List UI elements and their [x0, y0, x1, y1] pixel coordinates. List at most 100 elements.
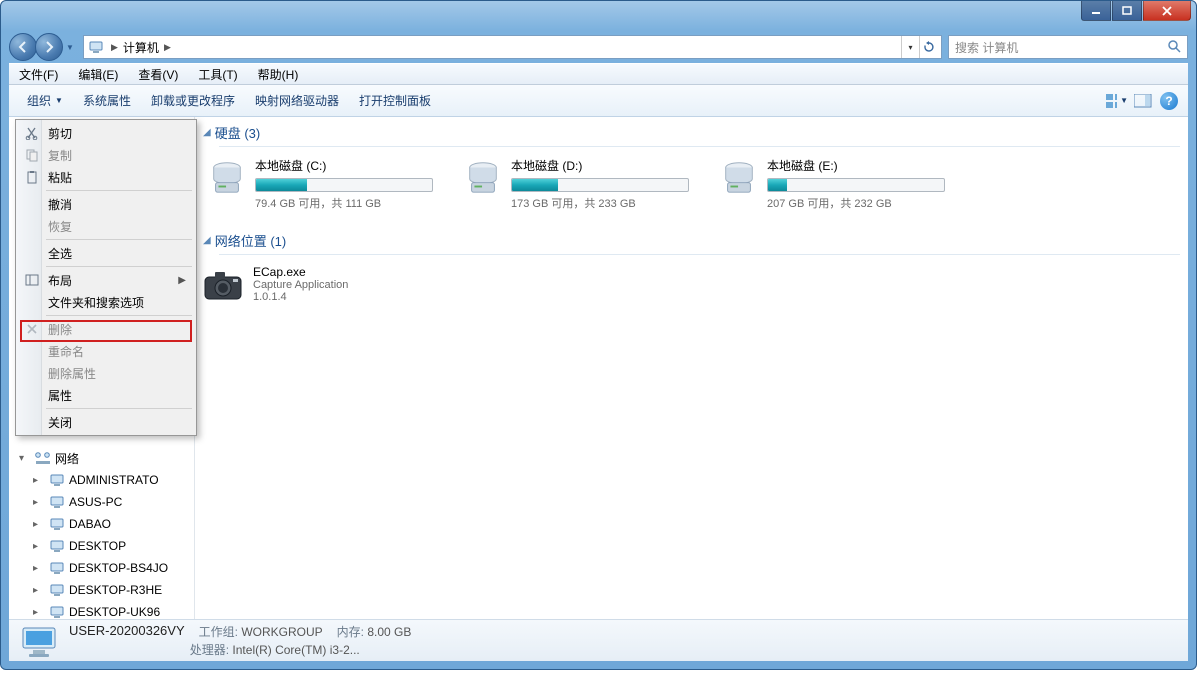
back-arrow-icon [16, 40, 30, 54]
menu-bar: 文件(F) 编辑(E) 查看(V) 工具(T) 帮助(H) [9, 63, 1188, 85]
view-mode-button[interactable]: ▼ [1106, 90, 1128, 112]
network-item[interactable]: ECap.exe Capture Application 1.0.1.4 [195, 261, 1188, 309]
menu-redo[interactable]: 恢复 [18, 215, 194, 237]
computer-large-icon [19, 624, 59, 658]
menu-close-label: 关闭 [48, 414, 72, 431]
menu-folder-options-label: 文件夹和搜索选项 [48, 294, 144, 311]
drive-name: 本地磁盘 (E:) [767, 157, 955, 174]
menu-properties[interactable]: 属性 [18, 384, 194, 406]
main-pane[interactable]: ◢ 硬盘 (3) 本地磁盘 (C:)79.4 GB 可用，共 111 GB本地磁… [195, 117, 1188, 619]
menu-select-all[interactable]: 全选 [18, 242, 194, 264]
open-control-panel-button[interactable]: 打开控制面板 [349, 88, 441, 113]
tree-computer-item[interactable]: ▸ DESKTOP-UK96 [9, 601, 194, 619]
tree-label: DESKTOP-UK96 [69, 605, 160, 619]
search-placeholder: 搜索 计算机 [955, 39, 1018, 56]
menu-remove-properties[interactable]: 删除属性 [18, 362, 194, 384]
camera-icon [203, 265, 243, 305]
menu-edit[interactable]: 编辑(E) [74, 64, 122, 85]
breadcrumb-sep-icon[interactable]: ▶ [108, 42, 121, 53]
menu-copy[interactable]: 复制 [18, 144, 194, 166]
drives-group-label: 硬盘 (3) [215, 123, 261, 142]
expand-arrow-icon[interactable]: ▸ [33, 497, 43, 508]
expand-arrow-icon[interactable]: ▸ [33, 475, 43, 486]
organize-dropdown: 剪切 复制 粘贴 撤消 恢复 全选 布局 ▶ 文件夹和搜索选项 [15, 119, 197, 436]
titlebar [1, 1, 1196, 31]
address-bar[interactable]: ▶ 计算机 ▶ ▾ [83, 35, 942, 59]
address-dropdown-button[interactable]: ▾ [901, 36, 919, 58]
menu-file[interactable]: 文件(F) [15, 64, 62, 85]
menu-close[interactable]: 关闭 [18, 411, 194, 433]
forward-button[interactable] [35, 33, 63, 61]
maximize-button[interactable] [1112, 1, 1142, 21]
menu-cut[interactable]: 剪切 [18, 122, 194, 144]
forward-arrow-icon [42, 40, 56, 54]
expand-arrow-icon[interactable]: ▸ [33, 607, 43, 618]
search-icon [1167, 39, 1181, 56]
computer-icon [49, 561, 65, 575]
organize-button[interactable]: 组织 ▼ [17, 88, 73, 113]
search-box[interactable]: 搜索 计算机 [948, 35, 1188, 59]
drive-stat: 207 GB 可用，共 232 GB [767, 195, 955, 211]
network-item-desc: Capture Application [253, 279, 348, 291]
drive-item[interactable]: 本地磁盘 (E:) 207 GB 可用，共 232 GB [715, 153, 959, 215]
menu-delete[interactable]: 删除 [18, 318, 194, 340]
close-button[interactable] [1143, 1, 1191, 21]
back-button[interactable] [9, 33, 37, 61]
breadcrumb-sep-icon[interactable]: ▶ [161, 42, 174, 53]
status-workgroup-label: 工作组: [199, 625, 238, 639]
copy-icon [24, 147, 40, 163]
collapse-arrow-icon: ◢ [203, 127, 211, 138]
drive-name: 本地磁盘 (C:) [255, 157, 443, 174]
menu-folder-search-options[interactable]: 文件夹和搜索选项 [18, 291, 194, 313]
group-separator [219, 146, 1180, 147]
maximize-icon [1122, 6, 1132, 16]
preview-pane-button[interactable] [1132, 90, 1154, 112]
expand-arrow-icon[interactable]: ▸ [33, 563, 43, 574]
menu-undo[interactable]: 撤消 [18, 193, 194, 215]
breadcrumb-computer[interactable]: 计算机 [121, 39, 161, 56]
uninstall-change-button[interactable]: 卸载或更改程序 [141, 88, 245, 113]
expand-arrow-icon[interactable]: ▸ [33, 585, 43, 596]
tree-computer-item[interactable]: ▸DESKTOP-R3HE [9, 579, 194, 601]
drive-usage-bar [255, 178, 433, 192]
delete-icon [24, 321, 40, 337]
nav-history-dropdown[interactable]: ▼ [63, 33, 77, 61]
paste-icon [24, 169, 40, 185]
toolbar: 组织 ▼ 系统属性 卸载或更改程序 映射网络驱动器 打开控制面板 ▼ ? [9, 85, 1188, 117]
system-properties-button[interactable]: 系统属性 [73, 88, 141, 113]
tree-computer-item[interactable]: ▸ASUS-PC [9, 491, 194, 513]
minimize-button[interactable] [1081, 1, 1111, 21]
menu-paste[interactable]: 粘贴 [18, 166, 194, 188]
menu-layout[interactable]: 布局 ▶ [18, 269, 194, 291]
nav-bar: ▼ ▶ 计算机 ▶ ▾ 搜索 计算机 [1, 31, 1196, 63]
menu-delete-label: 删除 [48, 321, 72, 338]
menu-view[interactable]: 查看(V) [134, 64, 182, 85]
menu-rename[interactable]: 重命名 [18, 340, 194, 362]
drives-group-header[interactable]: ◢ 硬盘 (3) [195, 117, 1188, 146]
tree-computer-item[interactable]: ▸DESKTOP [9, 535, 194, 557]
menu-tools[interactable]: 工具(T) [194, 64, 241, 85]
tree-network-root[interactable]: ▾ 网络 [9, 447, 194, 469]
refresh-button[interactable] [919, 36, 937, 58]
details-pane: USER-20200326VY 工作组: WORKGROUP 内存: 8.00 … [9, 619, 1188, 661]
tree-computer-item[interactable]: ▸DESKTOP-BS4JO [9, 557, 194, 579]
window-controls [1081, 1, 1191, 21]
drive-item[interactable]: 本地磁盘 (D:)173 GB 可用，共 233 GB [459, 153, 703, 215]
drive-usage-bar [511, 178, 689, 192]
menu-help[interactable]: 帮助(H) [254, 64, 303, 85]
organize-label: 组织 [27, 92, 51, 109]
tree-computer-item[interactable]: ▸DABAO [9, 513, 194, 535]
menu-paste-label: 粘贴 [48, 169, 72, 186]
drive-stat: 173 GB 可用，共 233 GB [511, 195, 699, 211]
expand-arrow-icon[interactable]: ▸ [33, 519, 43, 530]
drive-icon [207, 157, 247, 197]
help-button[interactable]: ? [1158, 90, 1180, 112]
menu-copy-label: 复制 [48, 147, 72, 164]
expand-arrow-icon[interactable]: ▸ [33, 541, 43, 552]
tree-computer-item[interactable]: ▸ADMINISTRATO [9, 469, 194, 491]
expand-arrow-icon[interactable]: ▾ [19, 453, 29, 464]
network-group-header[interactable]: ◢ 网络位置 (1) [195, 225, 1188, 254]
drive-item[interactable]: 本地磁盘 (C:)79.4 GB 可用，共 111 GB [203, 153, 447, 215]
computer-icon [49, 605, 65, 619]
map-network-drive-button[interactable]: 映射网络驱动器 [245, 88, 349, 113]
